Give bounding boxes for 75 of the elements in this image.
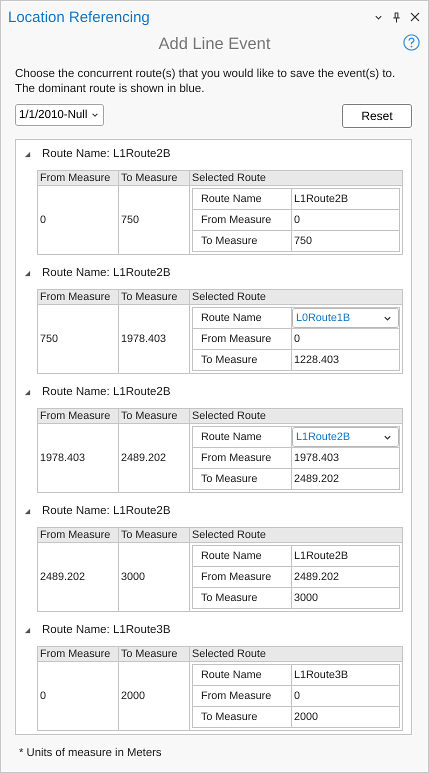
table-cell: 3000	[118, 542, 190, 612]
table-cell: 1978.403	[38, 424, 118, 492]
column-header: Selected Route	[190, 290, 402, 304]
field-label: To Measure	[192, 230, 292, 252]
field-value: L1Route2B	[293, 550, 348, 562]
table-cell: 750	[118, 186, 190, 254]
field-label: Route Name	[192, 308, 292, 328]
field-value: L1Route2B	[293, 193, 348, 205]
field-value: 750	[293, 235, 312, 247]
column-header: Selected Route	[190, 646, 402, 662]
table-cell: 2000	[118, 662, 190, 730]
collapse-triangle-icon[interactable]	[24, 508, 31, 514]
field-label: To Measure	[192, 588, 292, 608]
field-value: 0	[293, 214, 300, 226]
field-label: Route Name	[192, 426, 292, 448]
route-dropdown[interactable]: L0Route1B	[292, 308, 399, 328]
field-value: 0	[293, 333, 300, 345]
pane-title: Location Referencing	[8, 8, 150, 26]
table-cell: 750	[38, 304, 118, 374]
column-header: Selected Route	[190, 528, 402, 542]
tool-heading: Add Line Event	[158, 34, 270, 54]
column-header: To Measure	[118, 290, 190, 304]
field-value: 1978.403	[293, 452, 340, 464]
field-value: 3000	[293, 592, 318, 604]
pin-icon[interactable]	[392, 12, 401, 22]
column-header: To Measure	[118, 646, 190, 662]
field-label: Route Name	[192, 546, 292, 566]
table-cell: 0	[38, 186, 118, 254]
reset-button[interactable]: Reset	[342, 104, 412, 128]
table-cell: 0	[38, 662, 118, 730]
collapse-triangle-icon[interactable]	[24, 626, 31, 634]
field-label: From Measure	[192, 210, 292, 230]
column-header: From Measure	[38, 290, 118, 304]
column-header: To Measure	[118, 408, 190, 424]
field-value: 1228.403	[293, 354, 340, 366]
field-value: 2489.202	[293, 571, 340, 583]
column-header: To Measure	[118, 528, 190, 542]
close-icon[interactable]	[410, 12, 420, 22]
field-label: From Measure	[192, 686, 292, 706]
units-note: * Units of measure in Meters	[19, 747, 163, 759]
field-label: From Measure	[192, 448, 292, 468]
column-header: From Measure	[38, 408, 118, 424]
field-label: From Measure	[192, 566, 292, 588]
chevron-down-icon	[91, 111, 100, 119]
route-group-header: Route Name: L1Route2B	[42, 386, 170, 398]
field-label: From Measure	[192, 328, 292, 350]
column-header: From Measure	[38, 646, 118, 662]
field-value: 2000	[293, 711, 318, 723]
table-cell: 2489.202	[38, 542, 118, 612]
field-value: 2489.202	[293, 473, 340, 485]
column-header: To Measure	[118, 170, 190, 186]
column-header: From Measure	[38, 528, 118, 542]
route-dropdown[interactable]: L1Route2B	[292, 427, 399, 447]
field-label: To Measure	[192, 706, 292, 728]
field-value: 0	[293, 690, 300, 702]
route-group-header: Route Name: L1Route2B	[42, 267, 170, 279]
collapse-triangle-icon[interactable]	[24, 270, 31, 276]
field-label: To Measure	[192, 350, 292, 370]
table-cell: 2489.202	[118, 424, 190, 492]
route-group-header: Route Name: L1Route2B	[42, 505, 170, 517]
collapse-triangle-icon[interactable]	[24, 150, 31, 158]
route-group-header: Route Name: L1Route3B	[42, 624, 170, 636]
table-cell: 1978.403	[118, 304, 190, 374]
route-group-header: Route Name: L1Route2B	[42, 148, 170, 160]
instructions-text: Choose the concurrent route(s) that you would like to save the event(s) to. The dominant route is shown in blue.	[15, 66, 396, 96]
field-label: To Measure	[192, 468, 292, 490]
date-range-dropdown[interactable]: 1/1/2010-Null	[15, 104, 104, 126]
column-header: Selected Route	[190, 170, 402, 186]
column-header: From Measure	[38, 170, 118, 186]
field-value: L1Route3B	[293, 669, 348, 681]
field-label: Route Name	[192, 188, 292, 210]
help-icon[interactable]	[403, 34, 420, 51]
column-header: Selected Route	[190, 408, 402, 424]
field-label: Route Name	[192, 664, 292, 686]
collapse-triangle-icon[interactable]	[24, 388, 31, 396]
